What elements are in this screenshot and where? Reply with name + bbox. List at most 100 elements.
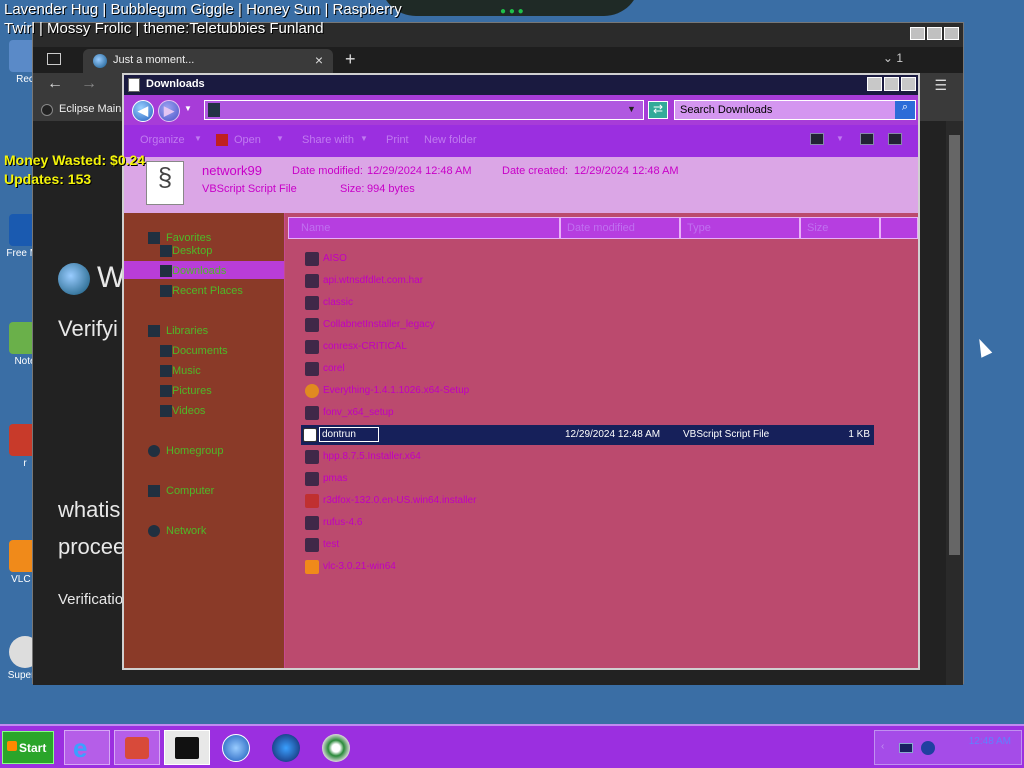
- nav-item-homegroup[interactable]: Homegroup: [166, 445, 223, 457]
- table-row[interactable]: Everything-1.4.1.1026.x64-Setup: [285, 381, 918, 401]
- table-row[interactable]: corel: [285, 359, 918, 379]
- minimize-button[interactable]: [867, 77, 882, 91]
- back-icon[interactable]: ◀: [132, 100, 154, 122]
- open-button[interactable]: Open: [234, 134, 261, 146]
- top-notch: ● ● ●: [380, 0, 640, 17]
- chevron-down-icon: ▼: [360, 134, 368, 143]
- tray-arrow-icon[interactable]: ‹: [881, 741, 884, 752]
- window-title: Downloads: [146, 78, 205, 90]
- search-placeholder: Search Downloads: [680, 104, 773, 116]
- desktop-icon-label: r: [23, 458, 27, 469]
- nav-item-videos[interactable]: Videos: [172, 405, 205, 417]
- page-subtitle: Verifyi: [58, 316, 118, 341]
- table-row[interactable]: fonv_x64_setup: [285, 403, 918, 423]
- network-tray-icon[interactable]: [899, 743, 913, 753]
- taskbar-app-firefox[interactable]: [264, 730, 310, 765]
- menu-icon[interactable]: ☰: [934, 77, 947, 94]
- forward-icon[interactable]: →: [81, 75, 97, 93]
- tab-search-icon[interactable]: [47, 53, 61, 65]
- page-para: whatis procee: [58, 491, 125, 565]
- nav-item-libraries[interactable]: Libraries: [166, 325, 208, 337]
- address-input[interactable]: [204, 100, 644, 120]
- new-folder-button[interactable]: New folder: [424, 134, 477, 146]
- detail-name: network99: [202, 163, 262, 178]
- nav-item-documents[interactable]: Documents: [172, 345, 228, 357]
- explorer-window: Downloads ◀ ▶ ▼ ▼ ⇄ Search Downloads ⌕ O…: [122, 73, 920, 670]
- nav-item-pictures[interactable]: Pictures: [172, 385, 212, 397]
- nav-item-computer[interactable]: Computer: [166, 485, 214, 497]
- share-button[interactable]: Share with: [302, 134, 354, 146]
- nav-item-music[interactable]: Music: [172, 365, 201, 377]
- nav-item-network[interactable]: Network: [166, 525, 206, 537]
- browser-tab[interactable]: Just a moment... ×: [83, 49, 333, 73]
- vlc-icon: [305, 560, 319, 574]
- tab-list[interactable]: ⌄ 1: [883, 51, 903, 65]
- column-extra[interactable]: [880, 217, 918, 239]
- table-row[interactable]: vlc-3.0.21-win64: [285, 557, 918, 577]
- usb-icon: [305, 516, 319, 530]
- forward-icon[interactable]: ▶: [158, 100, 180, 122]
- maximize-button[interactable]: [927, 27, 942, 40]
- preview-pane-icon[interactable]: [860, 133, 874, 145]
- close-icon[interactable]: ×: [315, 52, 323, 68]
- table-row[interactable]: classic: [285, 293, 918, 313]
- taskbar-app-2[interactable]: [114, 730, 160, 765]
- table-row-selected[interactable]: dontrun 12/29/2024 12:48 AM VBScript Scr…: [301, 425, 874, 445]
- table-row[interactable]: r3dfox-132.0.en-US.win64.installer: [285, 491, 918, 511]
- search-input[interactable]: Search Downloads ⌕: [674, 100, 916, 120]
- close-button[interactable]: [944, 27, 959, 40]
- taskbar-app-chrome[interactable]: [314, 730, 360, 765]
- organize-button[interactable]: Organize: [140, 134, 185, 146]
- table-row[interactable]: rufus-4.6: [285, 513, 918, 533]
- volume-icon[interactable]: [921, 741, 935, 755]
- nav-item-recent[interactable]: Recent Places: [172, 285, 243, 297]
- table-row[interactable]: api.wtnsdfdlet.com.har: [285, 271, 918, 291]
- column-name[interactable]: Name: [288, 217, 560, 239]
- windows-icon: [7, 741, 17, 751]
- taskbar: Start e ‹ 12:48 AM: [0, 724, 1024, 768]
- table-row[interactable]: test: [285, 535, 918, 555]
- maximize-button[interactable]: [884, 77, 899, 91]
- refresh-button[interactable]: ⇄: [648, 101, 668, 119]
- table-row[interactable]: AISO: [285, 249, 918, 269]
- clock[interactable]: 12:48 AM: [969, 736, 1011, 748]
- chevron-down-icon[interactable]: ▼: [836, 134, 844, 143]
- bookmark-item[interactable]: Eclipse Main S: [59, 103, 132, 115]
- column-size[interactable]: Size: [800, 217, 880, 239]
- back-icon[interactable]: ←: [47, 75, 63, 93]
- navigation-pane: Favorites Desktop Downloads Recent Place…: [124, 213, 284, 668]
- taskbar-app-terminal[interactable]: [164, 730, 210, 765]
- search-icon[interactable]: ⌕: [895, 101, 915, 119]
- help-icon[interactable]: [888, 133, 902, 145]
- file-icon: [305, 296, 319, 310]
- taskbar-app-media[interactable]: [214, 730, 260, 765]
- nav-item-favorites[interactable]: Favorites: [166, 232, 211, 244]
- table-row[interactable]: pmas: [285, 469, 918, 489]
- column-date[interactable]: Date modified: [560, 217, 680, 239]
- installer-icon: [305, 494, 319, 508]
- table-row[interactable]: CollabnetInstaller_legacy: [285, 315, 918, 335]
- detail-modified: 12/29/2024 12:48 AM: [367, 165, 472, 177]
- file-icon: [305, 406, 319, 420]
- scrollbar[interactable]: [946, 121, 963, 685]
- view-icon[interactable]: [810, 133, 824, 145]
- internet-explorer-icon: e: [73, 733, 88, 763]
- chevron-down-icon[interactable]: ▼: [627, 104, 636, 114]
- nav-item-downloads[interactable]: Downloads: [172, 265, 226, 277]
- close-button[interactable]: [901, 77, 916, 91]
- table-row[interactable]: conresx-CRITICAL: [285, 337, 918, 357]
- nav-item-desktop[interactable]: Desktop: [172, 245, 212, 257]
- taskbar-app-ie[interactable]: e: [64, 730, 110, 765]
- new-tab-button[interactable]: +: [345, 49, 356, 70]
- minimize-button[interactable]: [910, 27, 925, 40]
- page-line-2: procee: [58, 534, 126, 559]
- column-type[interactable]: Type: [680, 217, 800, 239]
- start-button[interactable]: Start: [2, 731, 54, 764]
- print-button[interactable]: Print: [386, 134, 409, 146]
- chevron-down-icon[interactable]: ▼: [184, 104, 192, 113]
- search-icon: [305, 384, 319, 398]
- table-row[interactable]: hpp.8.7.5.Installer.x64: [285, 447, 918, 467]
- rename-input[interactable]: dontrun: [319, 427, 379, 442]
- page-line-1: whatis: [58, 497, 121, 522]
- scrollbar-thumb[interactable]: [949, 135, 960, 555]
